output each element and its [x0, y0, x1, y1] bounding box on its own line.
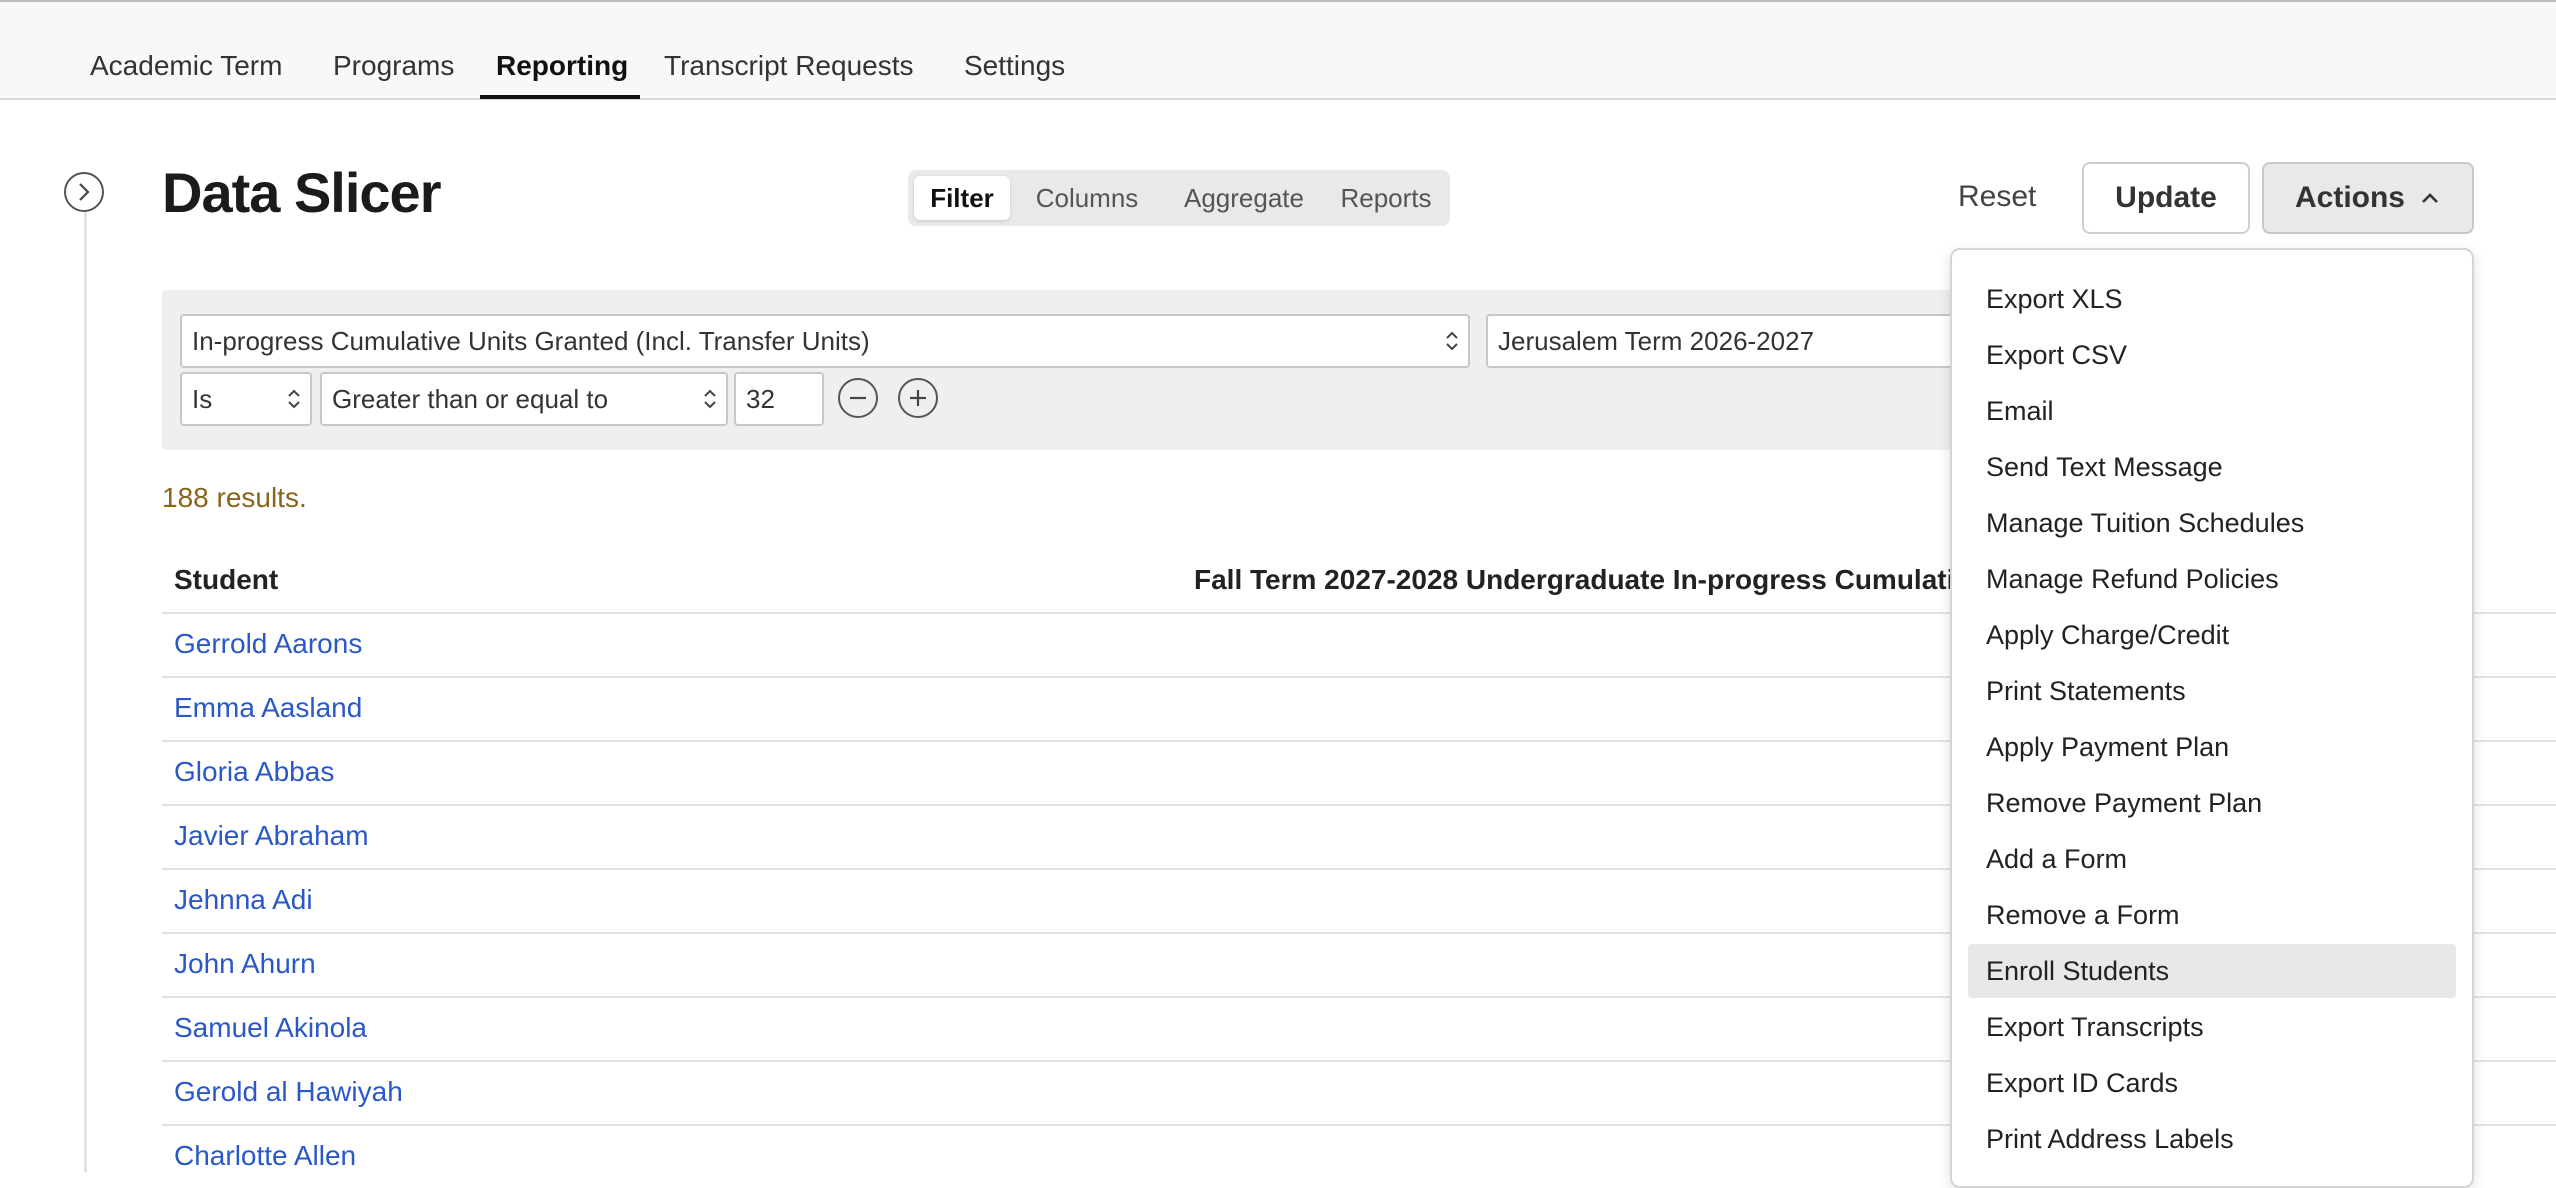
actions-button[interactable]: Actions — [2262, 162, 2474, 234]
student-link[interactable]: Jehnna Adi — [174, 884, 313, 916]
menu-item-print-address-labels[interactable]: Print Address Labels — [1968, 1112, 2456, 1166]
tab-reports[interactable]: Reports — [1328, 176, 1444, 220]
menu-item-add-a-form[interactable]: Add a Form — [1968, 832, 2456, 886]
filter-panel: In-progress Cumulative Units Granted (In… — [162, 290, 2162, 450]
menu-item-export-id-cards[interactable]: Export ID Cards — [1968, 1056, 2456, 1110]
view-tabs: Filter Columns Aggregate Reports — [908, 170, 1450, 226]
reset-button[interactable]: Reset — [1958, 180, 2036, 214]
minus-icon — [850, 396, 866, 400]
expand-sidebar-button[interactable] — [64, 172, 104, 212]
menu-item-email[interactable]: Email — [1968, 384, 2456, 438]
plus-icon — [910, 390, 926, 406]
update-button[interactable]: Update — [2082, 162, 2250, 234]
menu-item-manage-refund-policies[interactable]: Manage Refund Policies — [1968, 552, 2456, 606]
top-nav-bar: Academic Term Programs Reporting Transcr… — [0, 0, 2556, 100]
chevron-right-icon — [79, 183, 90, 201]
add-condition-button[interactable] — [898, 378, 938, 418]
menu-item-export-xls[interactable]: Export XLS — [1968, 272, 2456, 326]
results-count: 188 results. — [162, 482, 307, 513]
term-select-value: Jerusalem Term 2026-2027 — [1498, 326, 1815, 356]
column-header-student[interactable]: Student — [174, 564, 278, 596]
column-header-units[interactable]: Fall Term 2027-2028 Undergraduate In-pro… — [1194, 564, 1954, 596]
tab-aggregate[interactable]: Aggregate — [1164, 176, 1324, 220]
menu-item-export-csv[interactable]: Export CSV — [1968, 328, 2456, 382]
student-link[interactable]: Samuel Akinola — [174, 1012, 367, 1044]
menu-item-send-text-message[interactable]: Send Text Message — [1968, 440, 2456, 494]
select-arrows-icon — [1446, 331, 1458, 351]
menu-item-print-statements[interactable]: Print Statements — [1968, 664, 2456, 718]
nav-tab-transcript-requests[interactable]: Transcript Requests — [664, 50, 914, 82]
remove-condition-button[interactable] — [838, 378, 878, 418]
term-select[interactable]: Jerusalem Term 2026-2027 — [1486, 314, 2006, 368]
tab-columns[interactable]: Columns — [1016, 176, 1158, 220]
select-arrows-icon — [288, 389, 300, 409]
chevron-up-icon — [2422, 193, 2438, 203]
sidebar-rail — [84, 198, 87, 1172]
filter-value-input[interactable]: 32 — [734, 372, 824, 426]
student-link[interactable]: Gerold al Hawiyah — [174, 1076, 403, 1108]
condition-is-value: Is — [192, 384, 213, 414]
menu-item-enroll-students[interactable]: Enroll Students — [1968, 944, 2456, 998]
condition-is-select[interactable]: Is — [180, 372, 312, 426]
actions-button-label: Actions — [2294, 181, 2405, 214]
operator-value: Greater than or equal to — [332, 384, 609, 414]
operator-select[interactable]: Greater than or equal to — [320, 372, 728, 426]
filter-field-select[interactable]: In-progress Cumulative Units Granted (In… — [180, 314, 1470, 368]
student-link[interactable]: Javier Abraham — [174, 820, 369, 852]
actions-menu: Export XLS Export CSV Email Send Text Me… — [1950, 248, 2474, 1188]
filter-field-value: In-progress Cumulative Units Granted (In… — [192, 326, 870, 356]
update-button-label: Update — [2115, 181, 2217, 214]
menu-item-apply-charge-credit[interactable]: Apply Charge/Credit — [1968, 608, 2456, 662]
menu-item-apply-payment-plan[interactable]: Apply Payment Plan — [1968, 720, 2456, 774]
menu-item-manage-tuition-schedules[interactable]: Manage Tuition Schedules — [1968, 496, 2456, 550]
nav-tab-settings[interactable]: Settings — [964, 50, 1065, 82]
student-link[interactable]: John Ahurn — [174, 948, 316, 980]
page-title: Data Slicer — [162, 161, 441, 224]
student-link[interactable]: Charlotte Allen — [174, 1140, 356, 1172]
menu-item-remove-payment-plan[interactable]: Remove Payment Plan — [1968, 776, 2456, 830]
nav-tab-reporting[interactable]: Reporting — [496, 50, 628, 82]
student-link[interactable]: Emma Aasland — [174, 692, 362, 724]
menu-item-remove-a-form[interactable]: Remove a Form — [1968, 888, 2456, 942]
menu-item-export-transcripts[interactable]: Export Transcripts — [1968, 1000, 2456, 1054]
student-link[interactable]: Gloria Abbas — [174, 756, 334, 788]
nav-tab-academic-term[interactable]: Academic Term — [90, 50, 282, 82]
student-link[interactable]: Gerrold Aarons — [174, 628, 362, 660]
nav-tab-programs[interactable]: Programs — [333, 50, 454, 82]
tab-filter[interactable]: Filter — [914, 176, 1010, 220]
filter-value-text: 32 — [746, 384, 775, 414]
active-tab-indicator — [480, 95, 640, 99]
select-arrows-icon — [704, 389, 716, 409]
